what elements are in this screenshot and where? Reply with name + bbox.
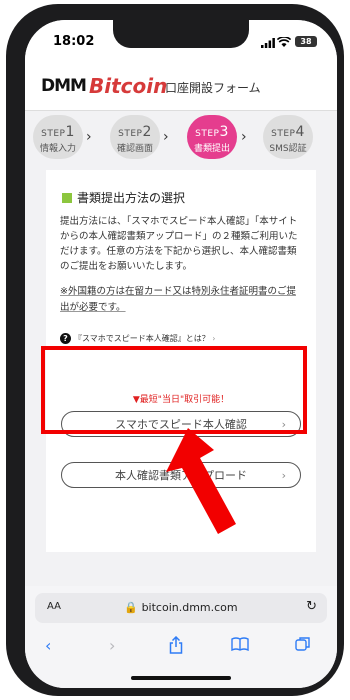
logo-dmm[interactable]: DMM	[41, 76, 87, 96]
status-bar: 18:02 38	[25, 20, 337, 64]
lock-icon: 🔒	[124, 601, 139, 614]
tabs-icon[interactable]	[295, 636, 311, 656]
home-indicator	[131, 676, 231, 680]
back-icon[interactable]: ‹	[45, 636, 51, 655]
question-icon: ?	[60, 333, 71, 344]
step-indicator: STEP1 情報入力 › STEP2 確認画面 › STEP3 書類提出 › S…	[25, 112, 337, 162]
chevron-right-icon: ›	[281, 469, 286, 482]
browser-toolbar: ‹ ›	[25, 630, 337, 688]
signal-icon	[261, 38, 275, 48]
highlight-box	[41, 346, 307, 434]
pointer-arrow-icon	[166, 428, 236, 534]
section-title: 書類提出方法の選択	[62, 189, 185, 206]
url-text: 🔒 bitcoin.dmm.com	[124, 601, 238, 614]
bookmarks-icon[interactable]	[231, 636, 249, 655]
step-3-current: STEP3 書類提出	[187, 115, 237, 159]
chevron-right-icon: ›	[163, 129, 169, 145]
foreigner-note: ※外国籍の方は在留カード又は特別永住者証明書のご提出が必要です。	[60, 286, 296, 313]
step-2: STEP2 確認画面	[110, 115, 160, 159]
share-icon[interactable]	[169, 635, 183, 658]
notch	[113, 20, 249, 48]
url-field[interactable]: AA 🔒 bitcoin.dmm.com ↻	[35, 593, 327, 623]
wifi-icon	[276, 36, 292, 51]
help-link[interactable]: ? 『スマホでスピード本人確認』とは？ ›	[60, 333, 216, 344]
reload-icon[interactable]: ↻	[306, 599, 317, 614]
step-4: STEP4 SMS認証	[263, 115, 313, 159]
chevron-right-icon: ›	[241, 129, 247, 145]
status-time: 18:02	[53, 34, 95, 49]
section-description: 提出方法には、「スマホでスピード本人確認」「本サイトからの本人確認書類アップロー…	[60, 216, 298, 272]
browser-address-bar: AA 🔒 bitcoin.dmm.com ↻	[25, 586, 337, 630]
chevron-right-icon: ›	[86, 129, 92, 145]
page-title: 口座開設フォーム	[165, 81, 261, 95]
site-header: DMM Bitcoin 口座開設フォーム	[25, 64, 337, 111]
battery-icon: 38	[295, 36, 317, 47]
step-1: STEP1 情報入力	[33, 115, 83, 159]
forward-icon[interactable]: ›	[109, 636, 115, 655]
green-square-icon	[62, 193, 72, 203]
logo-bitcoin[interactable]: Bitcoin	[89, 74, 167, 98]
